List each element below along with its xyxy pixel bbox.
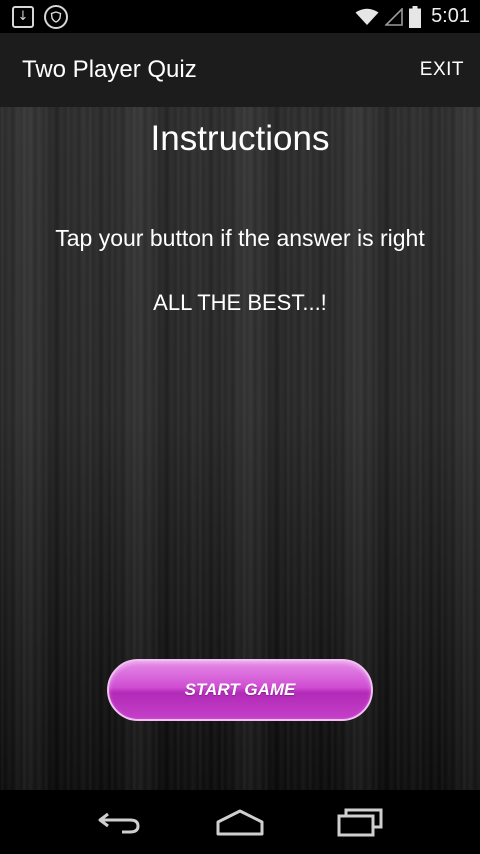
wifi-icon bbox=[355, 8, 379, 25]
status-bar: ↓ 5:01 bbox=[0, 0, 480, 33]
home-button[interactable] bbox=[210, 802, 270, 842]
navigation-bar bbox=[0, 790, 480, 854]
back-button[interactable] bbox=[90, 802, 150, 842]
instruction-text: Tap your button if the answer is right bbox=[55, 225, 425, 251]
recent-apps-button[interactable] bbox=[330, 802, 390, 842]
app-title: Two Player Quiz bbox=[22, 56, 197, 83]
action-bar: Two Player Quiz EXIT bbox=[0, 33, 480, 107]
download-notification-icon: ↓ bbox=[12, 5, 34, 28]
wood-background: Instructions Tap your button if the answ… bbox=[0, 107, 480, 790]
wish-text: ALL THE BEST...! bbox=[153, 290, 327, 315]
cell-signal-icon bbox=[385, 7, 403, 26]
recent-apps-icon bbox=[337, 808, 383, 837]
home-icon bbox=[216, 809, 264, 836]
status-time: 5:01 bbox=[431, 5, 470, 27]
back-icon bbox=[98, 812, 140, 834]
exit-button[interactable]: EXIT bbox=[420, 59, 464, 81]
page-title: Instructions bbox=[150, 119, 330, 158]
start-game-button[interactable]: START GAME bbox=[107, 659, 373, 721]
shield-notification-icon bbox=[44, 4, 68, 29]
start-game-label: START GAME bbox=[184, 680, 296, 699]
battery-icon bbox=[409, 5, 422, 28]
